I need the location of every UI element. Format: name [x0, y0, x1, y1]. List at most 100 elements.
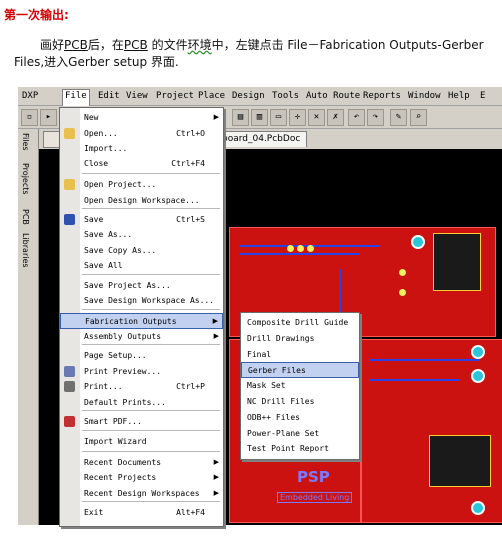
fab-submenu-item-composite-drill-guide[interactable]: Composite Drill Guide — [241, 315, 359, 331]
side-tab-pcb[interactable]: PCB — [21, 209, 30, 225]
fab-submenu-item-test-point-report[interactable]: Test Point Report — [241, 441, 359, 457]
pdf-icon — [64, 416, 75, 427]
fab-submenu-label: Gerber Files — [248, 366, 306, 376]
file-menu-label: Open... — [84, 129, 118, 138]
fab-submenu-label: Power-Plane Set — [247, 428, 320, 438]
zoom-icon[interactable]: ⌕ — [410, 109, 427, 126]
cross-icon[interactable]: ✕ — [308, 109, 325, 126]
menu-tools[interactable]: Tools — [272, 91, 299, 101]
file-menu-item-recent-design-workspaces[interactable]: Recent Design Workspaces ▶ — [60, 486, 223, 502]
file-menu-item-import[interactable]: Import... — [60, 141, 223, 157]
fab-submenu-item-mask-set[interactable]: Mask Set — [241, 378, 359, 394]
paste-icon[interactable]: ▥ — [251, 109, 268, 126]
file-menu-item-assembly-outputs[interactable]: Assembly Outputs ▶ — [60, 329, 223, 345]
file-menu-label: Smart PDF... — [84, 417, 142, 426]
file-menu-item-open-project[interactable]: Open Project... — [60, 177, 223, 193]
file-menu-label: Save Project As... — [84, 281, 171, 290]
side-tab-files[interactable]: Files — [21, 133, 30, 151]
file-menu-dropdown: New ▶ Open... Ctrl+O Import... Close Ctrl+F4 Op… — [59, 107, 224, 527]
file-menu-item-recent-documents[interactable]: Recent Documents ▶ — [60, 455, 223, 471]
file-menu-item-open[interactable]: Open... Ctrl+O — [60, 126, 223, 142]
file-menu-item-save-project-as[interactable]: Save Project As... — [60, 278, 223, 294]
copy-icon[interactable]: ▤ — [232, 109, 249, 126]
mounting-hole — [471, 345, 485, 359]
file-menu-item-exit[interactable]: Exit Alt+F4 — [60, 505, 223, 521]
file-menu-shortcut: Alt+F4 — [176, 508, 205, 517]
file-menu-item-open-design-workspace[interactable]: Open Design Workspace... — [60, 193, 223, 209]
submenu-arrow-icon: ▶ — [213, 489, 219, 497]
select-icon[interactable]: ▭ — [270, 109, 287, 126]
file-menu-item-recent-projects[interactable]: Recent Projects ▶ — [60, 470, 223, 486]
fab-submenu-item-power-plane-set[interactable]: Power-Plane Set — [241, 426, 359, 442]
menu-separator — [82, 430, 220, 431]
file-menu-item-default-prints[interactable]: Default Prints... — [60, 395, 223, 411]
file-menu-item-print-preview[interactable]: Print Preview... — [60, 364, 223, 380]
file-menu-label: Assembly Outputs — [84, 332, 162, 341]
file-menu-item-smart-pdf[interactable]: Smart PDF... — [60, 414, 223, 430]
fab-submenu-item-odb-files[interactable]: ODB++ Files — [241, 410, 359, 426]
deselect-icon[interactable]: ✗ — [327, 109, 344, 126]
file-menu-item-save-copy-as[interactable]: Save Copy As... — [60, 243, 223, 259]
file-menu-label: Save All — [84, 261, 123, 270]
new-doc-icon[interactable]: ▫ — [21, 109, 38, 126]
menu-file[interactable]: File — [62, 89, 90, 107]
redo-icon[interactable]: ↷ — [367, 109, 384, 126]
side-tab-libraries[interactable]: Libraries — [21, 233, 30, 268]
fab-submenu-item-gerber-files[interactable]: Gerber Files — [241, 362, 359, 379]
file-menu-label: Default Prints... — [84, 398, 166, 407]
pad — [287, 245, 294, 252]
trace — [239, 253, 359, 255]
save-icon — [64, 214, 75, 225]
document-tab[interactable]: board_04.PcbDoc — [215, 131, 308, 147]
menu-design[interactable]: Design — [232, 91, 265, 101]
menu-edit[interactable]: Edit — [98, 91, 120, 101]
move-icon[interactable]: ✛ — [289, 109, 306, 126]
file-menu-shortcut: Ctrl+O — [176, 129, 205, 138]
menu-auto-route[interactable]: Auto Route — [306, 91, 360, 101]
fab-submenu-item-drill-drawings[interactable]: Drill Drawings — [241, 331, 359, 347]
menu-reports[interactable]: Reports — [363, 91, 401, 101]
instruction-paragraph: 画好PCB后，在PCB 的文件环境中，左键点击 File－Fabrication… — [14, 38, 484, 69]
file-menu-label: Open Project... — [84, 180, 157, 189]
menu-window[interactable]: Window — [408, 91, 441, 101]
file-menu-item-print[interactable]: Print... Ctrl+P — [60, 379, 223, 395]
fab-submenu-item-final[interactable]: Final — [241, 347, 359, 363]
pencil-icon[interactable]: ✎ — [390, 109, 407, 126]
trace — [369, 359, 479, 361]
mounting-hole — [471, 501, 485, 515]
menu-separator — [82, 451, 220, 452]
fab-submenu-label: Drill Drawings — [247, 333, 315, 343]
section-heading: 第一次输出: — [4, 8, 69, 22]
menu-help[interactable]: Help — [448, 91, 470, 101]
file-menu-item-new[interactable]: New ▶ — [60, 110, 223, 126]
file-menu-label: Save — [84, 215, 104, 224]
fab-submenu-item-nc-drill-files[interactable]: NC Drill Files — [241, 394, 359, 410]
file-menu-item-close[interactable]: Close Ctrl+F4 — [60, 156, 223, 172]
menu-place[interactable]: Place — [198, 91, 225, 101]
file-menu-label: Save Design Workspace As... — [84, 296, 215, 305]
submenu-arrow-icon: ▶ — [213, 458, 219, 466]
open-icon[interactable]: ▸ — [40, 109, 57, 126]
file-menu-item-page-setup[interactable]: Page Setup... — [60, 348, 223, 364]
file-menu-item-save-design-workspace-as[interactable]: Save Design Workspace As... — [60, 293, 223, 309]
menu-dxp[interactable]: DXP — [22, 91, 38, 101]
fab-submenu-label: Composite Drill Guide — [247, 318, 349, 327]
menu-bar: DXP File Edit View Project Place Design … — [18, 87, 502, 107]
side-tab-projects[interactable]: Projects — [21, 163, 30, 195]
menu-separator — [82, 344, 220, 345]
file-menu-item-save[interactable]: Save Ctrl+S — [60, 212, 223, 228]
menu-separator — [82, 309, 220, 310]
file-menu-item-save-all[interactable]: Save All — [60, 258, 223, 274]
file-menu-item-fabrication-outputs[interactable]: Fabrication Outputs ▶ — [60, 313, 223, 329]
chip — [429, 435, 491, 487]
pad — [399, 289, 406, 296]
open-project-icon — [64, 179, 75, 190]
menu-extra[interactable]: E — [480, 91, 485, 101]
menu-view[interactable]: View — [126, 91, 148, 101]
submenu-arrow-icon: ▶ — [212, 317, 218, 325]
file-menu-item-import-wizard[interactable]: Import Wizard — [60, 434, 223, 450]
undo-icon[interactable]: ↶ — [348, 109, 365, 126]
file-menu-label: Fabrication Outputs — [85, 317, 177, 326]
file-menu-item-save-as[interactable]: Save As... — [60, 227, 223, 243]
menu-project[interactable]: Project — [156, 91, 194, 101]
